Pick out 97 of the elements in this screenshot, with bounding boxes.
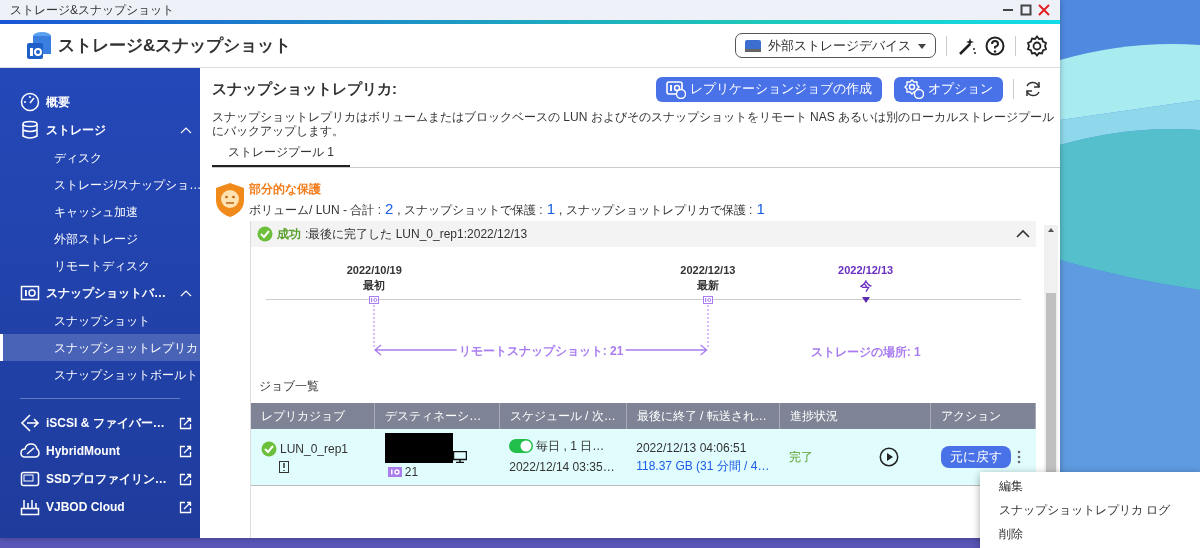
tab[interactable]: ストレージプール 1	[212, 141, 350, 167]
description-text: スナップショットレプリカはボリュームまたはブロックベースの LUN およびそのスナップショットをリモート NAS あるいは別のローカルストレージプールにバックアップします。	[212, 110, 1055, 138]
storage-app-icon	[26, 30, 52, 61]
menu-item[interactable]: 削除	[980, 522, 1200, 546]
maximize-icon[interactable]	[1020, 4, 1032, 16]
check-circle-icon	[261, 441, 277, 458]
check-circle-icon	[257, 225, 273, 242]
timeline-date: 2022/10/19	[346, 262, 402, 278]
timeline-label: 今	[859, 277, 872, 295]
progress-status: 完了	[789, 448, 815, 466]
summary-count: 2	[385, 199, 394, 219]
section-title: ジョブ一覧	[259, 377, 320, 395]
summary-label: , スナップショットで保護 :	[397, 202, 543, 219]
column-header: アクション	[930, 402, 1036, 429]
timeline-date: 2022/12/13	[680, 262, 736, 278]
result-message: :最後に完了した LUN_0_rep1:2022/12/13	[305, 225, 529, 243]
external-link-icon	[179, 500, 192, 514]
sidebar-item[interactable]: 外部ストレージ	[0, 225, 200, 252]
dashed-line	[373, 304, 376, 349]
action-button[interactable]: レプリケーションジョブの作成	[656, 76, 882, 102]
job-name: LUN_0_rep1	[280, 441, 349, 459]
dashboard-icon	[20, 92, 40, 112]
sidebar-item[interactable]: iSCSI & ファイバー…	[0, 409, 200, 437]
sidebar-item[interactable]: ストレージ/スナップショ…	[0, 171, 200, 198]
action-button[interactable]: オプション	[894, 76, 1003, 102]
summary-count: 1	[546, 199, 556, 219]
sidebar-item[interactable]: ストレージ	[0, 116, 200, 144]
marker-triangle-icon	[861, 296, 870, 303]
app-title: ストレージ&スナップショット	[58, 34, 292, 57]
chevron-up-icon	[180, 289, 192, 297]
summary-count: 1	[756, 199, 765, 219]
settings-icon[interactable]	[1026, 34, 1048, 57]
timeline-label: 最新	[696, 277, 719, 293]
sidebar-item[interactable]: VJBOD Cloud	[0, 493, 200, 521]
storage-label: ストレージの場所: 1	[810, 343, 921, 361]
camera-icon	[666, 79, 686, 99]
summary-label: , スナップショットレプリカで保護 :	[559, 202, 753, 219]
page-heading: スナップショットレプリカ:	[212, 78, 398, 99]
timeline-date: 2022/12/13	[838, 262, 894, 278]
monitor-icon	[452, 450, 467, 463]
cloud-icon	[20, 441, 40, 461]
transfer-summary: 118.37 GB (31 分間 / 4…	[636, 457, 770, 475]
sidebar-item[interactable]: スナップショットバ…	[0, 279, 200, 307]
sidebar-item[interactable]: キャッシュ加速	[0, 198, 200, 225]
external-link-icon	[179, 416, 192, 430]
column-header: 最後に終了 / 転送され…	[626, 402, 780, 429]
external-link-icon	[179, 472, 192, 486]
sidebar-item[interactable]: リモートディスク	[0, 252, 200, 279]
column-header: デスティネーシ…	[374, 402, 500, 429]
help-icon[interactable]	[985, 35, 1005, 56]
sidebar-item[interactable]: 概要	[0, 88, 200, 116]
menu-item[interactable]: 編集	[980, 474, 1200, 498]
restore-button[interactable]: 元に戻す	[940, 445, 1011, 468]
window-title: ストレージ&スナップショット	[10, 2, 174, 19]
snapshot-icon	[702, 295, 713, 304]
play-icon[interactable]	[879, 446, 900, 467]
snapshot-icon	[369, 295, 380, 304]
sidebar-item[interactable]: SSDプロファイリン…	[0, 465, 200, 493]
dashed-line	[706, 304, 709, 349]
gear-icon	[904, 79, 924, 99]
database-icon	[20, 120, 40, 140]
caret-icon	[917, 41, 927, 50]
more-icon[interactable]	[1016, 449, 1021, 464]
chevron-up-icon	[180, 126, 192, 134]
last-end-time: 2022/12/13 04:06:51	[636, 439, 748, 457]
diamond-arrow-icon	[20, 413, 40, 433]
next-run-time: 2022/12/14 03:35…	[509, 459, 616, 477]
timeline-label: 最初	[363, 277, 386, 293]
sidebar-item[interactable]: HybridMount	[0, 437, 200, 465]
external-link-icon	[179, 444, 192, 458]
drive-icon	[744, 38, 762, 53]
close-icon[interactable]	[1038, 4, 1050, 16]
column-header: レプリカジョブ	[251, 402, 375, 429]
snapshot-count: 21	[404, 463, 419, 481]
device-dropdown[interactable]: 外部ストレージデバイス	[735, 32, 936, 59]
document-icon	[279, 461, 289, 474]
sidebar-item[interactable]: スナップショット	[0, 307, 200, 334]
rack-icon	[20, 497, 40, 517]
column-header: スケジュール / 次…	[499, 402, 627, 429]
drive-icon	[20, 469, 40, 489]
snapshot-icon	[387, 466, 402, 477]
column-header: 進捗状況	[779, 402, 931, 429]
sidebar-item[interactable]: スナップショットレプリカ	[0, 334, 200, 361]
camera-icon	[20, 283, 40, 303]
protection-status: 部分的な保護	[249, 181, 322, 198]
result-label: 成功	[277, 225, 301, 243]
span-label: リモートスナップショット: 21	[456, 341, 626, 360]
refresh-icon[interactable]	[1024, 80, 1042, 98]
toggle-switch[interactable]	[509, 439, 534, 454]
menu-item[interactable]: スナップショットレプリカ ログ	[980, 498, 1200, 522]
chevron-up-icon[interactable]	[1016, 229, 1030, 238]
summary-label: ボリューム/ LUN - 合計 :	[249, 202, 381, 219]
shield-icon	[214, 182, 246, 219]
sidebar-item[interactable]: ディスク	[0, 144, 200, 171]
schedule-text: 毎日 , 1 日…	[536, 438, 605, 456]
redaction-block	[384, 432, 453, 463]
sidebar-item[interactable]: スナップショットボールト	[0, 361, 200, 388]
